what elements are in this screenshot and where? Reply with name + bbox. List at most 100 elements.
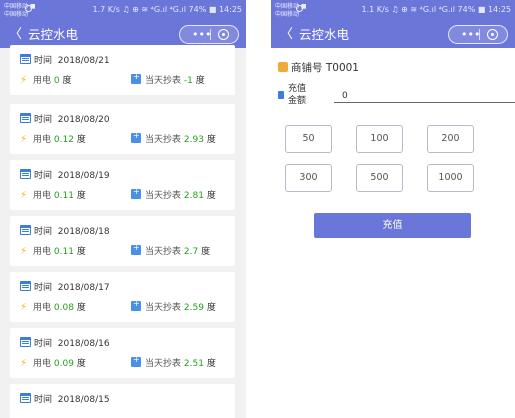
usage-unit: 度	[76, 191, 86, 201]
usage-value: 0	[53, 76, 60, 86]
amount-option-100[interactable]: 100	[356, 125, 403, 153]
record-date: 2018/08/16	[57, 339, 110, 349]
coin-icon	[278, 91, 284, 99]
amount-row: 充值 金额	[278, 83, 515, 113]
reading-label: 当天抄表	[145, 359, 182, 369]
amount-label-line2: 金额	[288, 96, 307, 106]
reading-label: 当天抄表	[145, 303, 182, 313]
reading-value: 2.93	[183, 135, 204, 145]
shop-icon	[278, 62, 288, 72]
time-label: 时间	[34, 283, 53, 293]
meter-icon	[131, 72, 141, 84]
status-indicators: 1.7 K/s ♫ ⊕ ≋ ⁴G.ıl ⁴G.ıl 74% ■ 14:25	[92, 5, 242, 14]
usage-value: 0.09	[53, 359, 74, 369]
usage-value: 0.11	[53, 191, 74, 201]
lightning-icon: ⚡	[20, 302, 28, 313]
shop-label: 商铺号	[291, 62, 323, 74]
amount-option-200[interactable]: 200	[427, 125, 474, 153]
meter-icon	[131, 355, 141, 367]
reading-value: 2.7	[183, 247, 199, 257]
usage-value: 0.11	[53, 247, 74, 257]
close-target-icon[interactable]	[218, 29, 229, 40]
usage-value: 0.12	[53, 135, 74, 145]
usage-history-screen: 中国移动 ■ 中国移动 1.7 K/s ♫ ⊕ ≋ ⁴G.ıl ⁴G.ıl 74…	[0, 0, 246, 418]
list-item: 时间 2018/08/17 ⚡ 用电 0.08 度 当天抄表 2.59 度	[10, 272, 235, 322]
record-list[interactable]: 时间 2018/08/21 ⚡ 用电 0 度 当天抄表 -1 度 时间 2018/…	[0, 45, 246, 418]
reading-value: -1	[183, 76, 193, 86]
usage-value: 0.08	[53, 303, 74, 313]
shop-number: T0001	[325, 62, 359, 74]
meter-icon	[131, 243, 141, 255]
wifi-icon	[25, 5, 32, 12]
reading-value: 2.81	[183, 191, 204, 201]
close-target-icon[interactable]	[487, 29, 498, 40]
usage-label: 用电	[33, 247, 52, 257]
list-item: 时间 2018/08/21 ⚡ 用电 0 度 当天抄表 -1 度	[10, 45, 235, 95]
record-date: 2018/08/21	[57, 56, 110, 66]
reading-label: 当天抄表	[145, 247, 182, 257]
shop-number-row: 商铺号 T0001	[278, 60, 359, 75]
mini-program-capsule: •••	[179, 25, 239, 44]
meter-icon	[131, 131, 141, 143]
time-label: 时间	[34, 115, 53, 125]
status-bar: 中国移动 ■ 中国移动 1.7 K/s ♫ ⊕ ≋ ⁴G.ıl ⁴G.ıl 74…	[0, 0, 246, 22]
lightning-icon: ⚡	[20, 190, 28, 201]
usage-label: 用电	[33, 135, 52, 145]
usage-unit: 度	[62, 76, 72, 86]
calendar-icon	[20, 169, 31, 179]
usage-unit: 度	[76, 303, 86, 313]
calendar-icon	[20, 393, 31, 403]
reading-unit: 度	[206, 359, 216, 369]
record-date-line: 时间 2018/08/21	[20, 53, 110, 66]
status-bar: 中国移动 ■ 中国移动 1.1 K/s ♫ ⊕ ≋ ⁴G.ıl ⁴G.ıl 74…	[271, 0, 515, 22]
list-item: 时间 2018/08/19 ⚡ 用电 0.11 度 当天抄表 2.81 度	[10, 160, 235, 210]
reading-value: 2.59	[183, 303, 204, 313]
list-item: 时间 2018/08/18 ⚡ 用电 0.11 度 当天抄表 2.7 度	[10, 216, 235, 266]
list-item: 时间 2018/08/15	[10, 384, 235, 418]
lightning-icon: ⚡	[20, 75, 28, 86]
page-title: 云控水电	[299, 27, 350, 42]
status-indicators: 1.1 K/s ♫ ⊕ ≋ ⁴G.ıl ⁴G.ıl 74% ■ 14:25	[361, 5, 511, 14]
time-label: 时间	[34, 171, 53, 181]
list-item: 时间 2018/08/16 ⚡ 用电 0.09 度 当天抄表 2.51 度	[10, 328, 235, 378]
amount-option-300[interactable]: 300	[285, 164, 332, 192]
mini-program-capsule: •••	[448, 25, 508, 44]
record-date: 2018/08/17	[57, 283, 110, 293]
record-date: 2018/08/15	[57, 395, 110, 405]
calendar-icon	[20, 281, 31, 291]
list-item: 时间 2018/08/20 ⚡ 用电 0.12 度 当天抄表 2.93 度	[10, 104, 235, 154]
amount-input[interactable]	[334, 89, 515, 103]
amount-option-50[interactable]: 50	[285, 125, 332, 153]
recharge-button[interactable]: 充值	[314, 213, 471, 238]
reading-unit: 度	[206, 191, 216, 201]
record-date-line: 时间 2018/08/20	[20, 112, 110, 125]
reading-label: 当天抄表	[145, 76, 182, 86]
reading-unit: 度	[195, 76, 205, 86]
usage-label: 用电	[33, 359, 52, 369]
usage-unit: 度	[76, 247, 86, 257]
recharge-screen: 中国移动 ■ 中国移动 1.1 K/s ♫ ⊕ ≋ ⁴G.ıl ⁴G.ıl 74…	[271, 0, 515, 418]
reading-label: 当天抄表	[145, 135, 182, 145]
reading-label: 当天抄表	[145, 191, 182, 201]
amount-option-500[interactable]: 500	[356, 164, 403, 192]
back-icon[interactable]: 〈	[9, 27, 22, 43]
time-label: 时间	[34, 56, 53, 66]
more-icon[interactable]: •••	[461, 27, 480, 42]
usage-label: 用电	[33, 191, 52, 201]
usage-unit: 度	[76, 359, 86, 369]
time-label: 时间	[34, 227, 53, 237]
time-label: 时间	[34, 339, 53, 349]
carrier-label-2: 中国移动	[4, 11, 29, 18]
more-icon[interactable]: •••	[192, 27, 211, 42]
page-title: 云控水电	[28, 27, 79, 42]
record-date-line: 时间 2018/08/15	[20, 392, 110, 405]
lightning-icon: ⚡	[20, 134, 28, 145]
capsule-divider	[210, 29, 211, 40]
amount-option-1000[interactable]: 1000	[427, 164, 474, 192]
back-icon[interactable]: 〈	[280, 27, 293, 43]
lightning-icon: ⚡	[20, 358, 28, 369]
record-date-line: 时间 2018/08/19	[20, 168, 110, 181]
calendar-icon	[20, 225, 31, 235]
reading-unit: 度	[206, 303, 216, 313]
usage-unit: 度	[76, 135, 86, 145]
